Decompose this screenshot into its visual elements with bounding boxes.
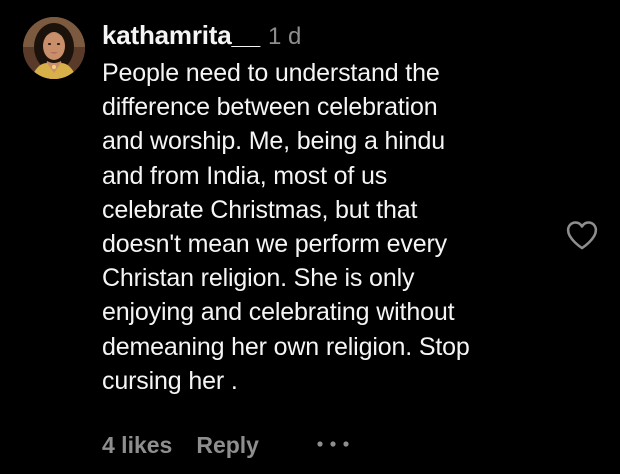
comment-text-line: Christan religion. She is only (102, 264, 415, 293)
comment-header: kathamrita__ 1 d (102, 18, 301, 52)
comment-text-line: celebrate Christmas, but that (102, 195, 418, 224)
like-button[interactable] (565, 219, 599, 251)
comment-text-line: People need to understand the (102, 59, 440, 87)
comment-text-line: enjoying and celebrating without (102, 298, 455, 327)
comment: kathamrita__ 1 d People need to understan… (0, 0, 620, 474)
comment-text-line: cursing her . (102, 366, 238, 395)
avatar-photo (23, 17, 85, 79)
comment-text-line: difference between celebration (102, 93, 438, 122)
more-horizontal-icon (317, 441, 349, 447)
comment-text-line: and worship. Me, being a hindu (102, 127, 445, 156)
comment-text-line: doesn't mean we perform every (102, 230, 448, 259)
comment-text: People need to understand the difference… (102, 56, 552, 398)
comment-actions: 4 likes Reply (102, 428, 259, 462)
likes-count-button[interactable]: 4 likes (102, 432, 172, 458)
reply-button[interactable]: Reply (196, 432, 259, 458)
more-options-button[interactable] (314, 436, 352, 452)
comment-text-line: demeaning her own religion. Stop (102, 332, 470, 361)
comment-text-line: and from India, most of us (102, 161, 388, 190)
heart-outline-icon (566, 221, 598, 250)
timestamp[interactable]: 1 d (268, 23, 301, 50)
avatar[interactable] (23, 17, 85, 79)
username[interactable]: kathamrita__ (102, 20, 260, 50)
